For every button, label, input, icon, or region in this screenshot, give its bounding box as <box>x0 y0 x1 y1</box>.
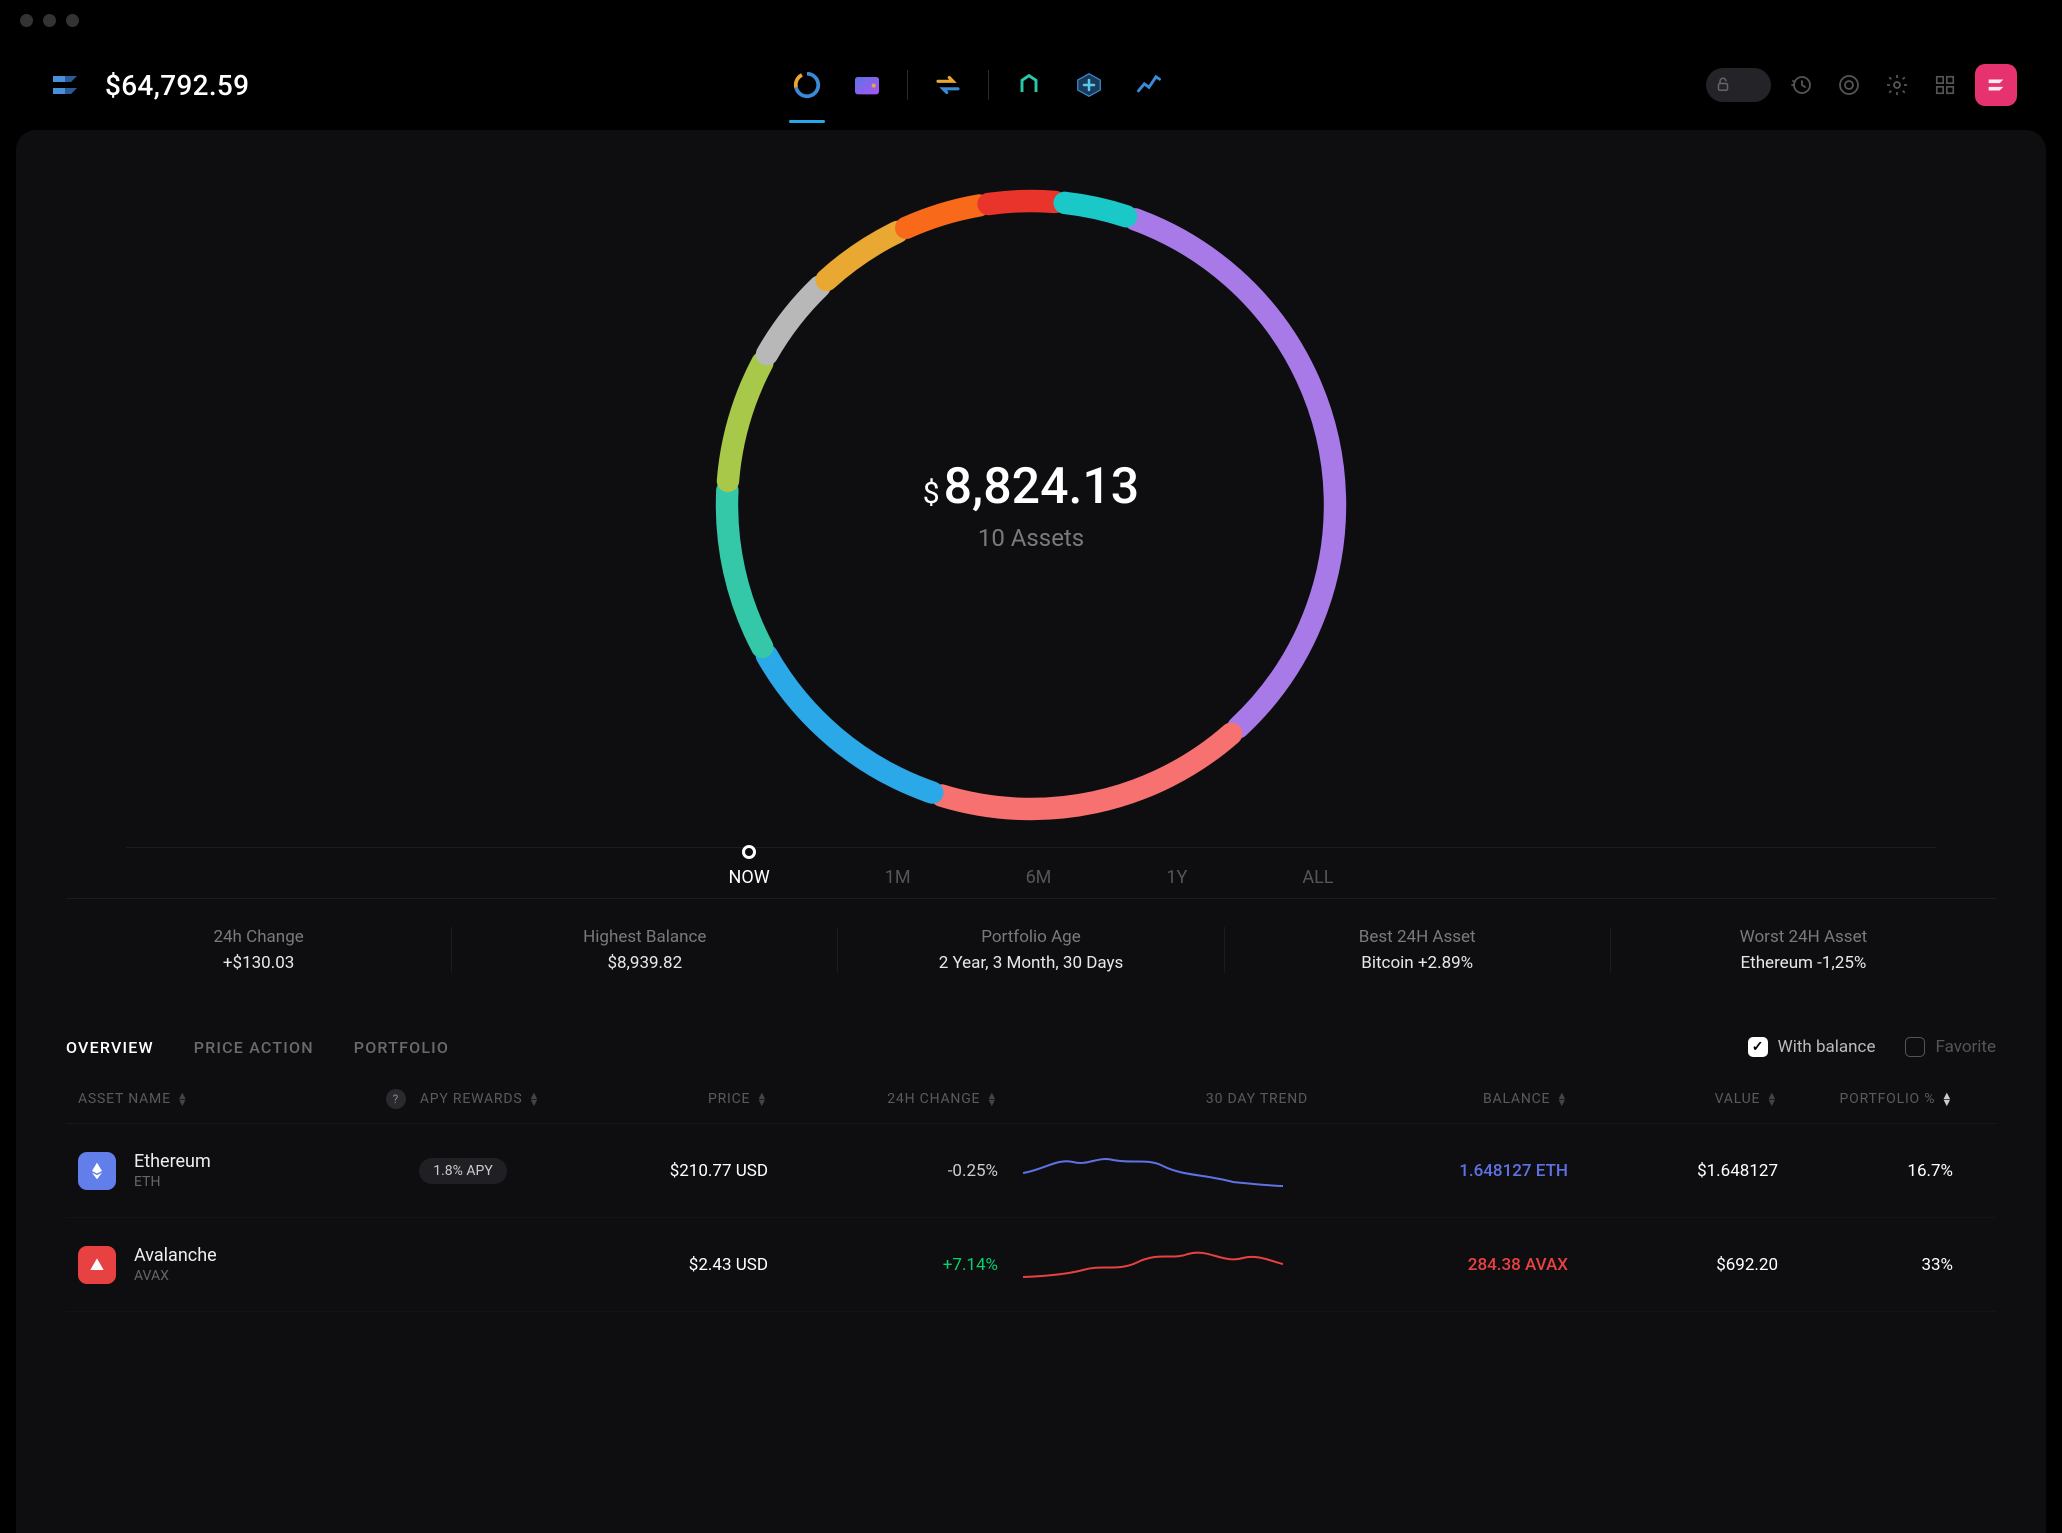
tabs: OVERVIEW PRICE ACTION PORTFOLIO <box>66 1038 449 1057</box>
tab-portfolio[interactable]: PORTFOLIO <box>354 1038 449 1057</box>
nav-divider <box>907 70 908 100</box>
timeline-all[interactable]: ALL <box>1302 845 1333 888</box>
timeline-now[interactable]: NOW <box>729 845 770 888</box>
filter-favorite[interactable]: Favorite <box>1905 1037 1996 1057</box>
app-logo <box>45 65 85 105</box>
col-pct[interactable]: PORTFOLIO %▲▼ <box>1778 1089 1953 1109</box>
col-asset[interactable]: ASSET NAME▲▼ <box>78 1089 368 1109</box>
col-value[interactable]: VALUE▲▼ <box>1568 1089 1778 1109</box>
checkbox-icon <box>1905 1037 1925 1057</box>
total-balance: $64,792.59 <box>105 69 249 102</box>
apps-icon[interactable] <box>1927 67 1963 103</box>
table-row[interactable]: AvalancheAVAX$2.43 USD+7.14%284.38 AVAX$… <box>66 1218 1996 1312</box>
col-apy[interactable]: ?APY REWARDS▲▼ <box>368 1089 558 1109</box>
filter-label: With balance <box>1778 1037 1876 1057</box>
table-body: EthereumETH1.8% APY$210.77 USD-0.25%1.64… <box>66 1124 1996 1312</box>
donut-amount: $ 8,824.13 <box>923 458 1139 516</box>
col-change[interactable]: 24H CHANGE▲▼ <box>768 1089 998 1109</box>
coin-icon <box>78 1152 116 1190</box>
portfolio-donut: $ 8,824.13 10 Assets <box>66 165 1996 835</box>
table-header: ASSET NAME▲▼ ?APY REWARDS▲▼ PRICE▲▼ 24H … <box>66 1075 1996 1124</box>
tab-overview[interactable]: OVERVIEW <box>66 1038 154 1057</box>
nav-divider <box>988 70 989 100</box>
tabs-row: OVERVIEW PRICE ACTION PORTFOLIO ✓ With bal… <box>66 1001 1996 1075</box>
filter-with-balance[interactable]: ✓ With balance <box>1748 1037 1876 1057</box>
checkbox-icon: ✓ <box>1748 1037 1768 1057</box>
tab-price-action[interactable]: PRICE ACTION <box>194 1038 314 1057</box>
nav-wallet[interactable] <box>841 59 893 111</box>
stat-card: Highest Balance$8,939.82 <box>452 927 838 973</box>
lock-toggle[interactable] <box>1706 68 1771 102</box>
donut-subtitle: 10 Assets <box>978 524 1084 552</box>
history-icon[interactable] <box>1783 67 1819 103</box>
coin-icon <box>78 1246 116 1284</box>
traffic-light-max[interactable] <box>66 14 79 27</box>
timeline-6m[interactable]: 6M <box>1026 845 1052 888</box>
profile-badge[interactable] <box>1975 64 2017 106</box>
timeline-1m[interactable]: 1M <box>885 845 911 888</box>
nav-trends[interactable] <box>1123 59 1175 111</box>
window-titlebar <box>0 0 2062 40</box>
nav-add[interactable] <box>1063 59 1115 111</box>
stat-card: Worst 24H AssetEthereum -1,25% <box>1611 927 1996 973</box>
stats-row: 24h Change+$130.03Highest Balance$8,939.… <box>66 899 1996 1001</box>
support-icon[interactable] <box>1831 67 1867 103</box>
stat-card: Best 24H AssetBitcoin +2.89% <box>1225 927 1611 973</box>
main-content: $ 8,824.13 10 Assets NOW 1M 6M 1Y ALL 24h Ch… <box>16 130 2046 1533</box>
timeline-1y[interactable]: 1Y <box>1166 845 1187 888</box>
nav-portfolio[interactable] <box>781 59 833 111</box>
app-header: $64,792.59 <box>0 40 2062 130</box>
col-balance[interactable]: BALANCE▲▼ <box>1308 1089 1568 1109</box>
traffic-light-close[interactable] <box>20 14 33 27</box>
table-row[interactable]: EthereumETH1.8% APY$210.77 USD-0.25%1.64… <box>66 1124 1996 1218</box>
filter-label: Favorite <box>1935 1037 1996 1057</box>
nav-swap[interactable] <box>922 59 974 111</box>
traffic-light-min[interactable] <box>43 14 56 27</box>
col-trend: 30 DAY TREND <box>998 1089 1308 1109</box>
nav-center <box>249 59 1706 111</box>
nav-staking[interactable] <box>1003 59 1055 111</box>
col-price[interactable]: PRICE▲▼ <box>558 1089 768 1109</box>
stat-card: 24h Change+$130.03 <box>66 927 452 973</box>
stat-card: Portfolio Age2 Year, 3 Month, 30 Days <box>838 927 1224 973</box>
settings-icon[interactable] <box>1879 67 1915 103</box>
timeline: NOW 1M 6M 1Y ALL <box>66 835 1996 899</box>
